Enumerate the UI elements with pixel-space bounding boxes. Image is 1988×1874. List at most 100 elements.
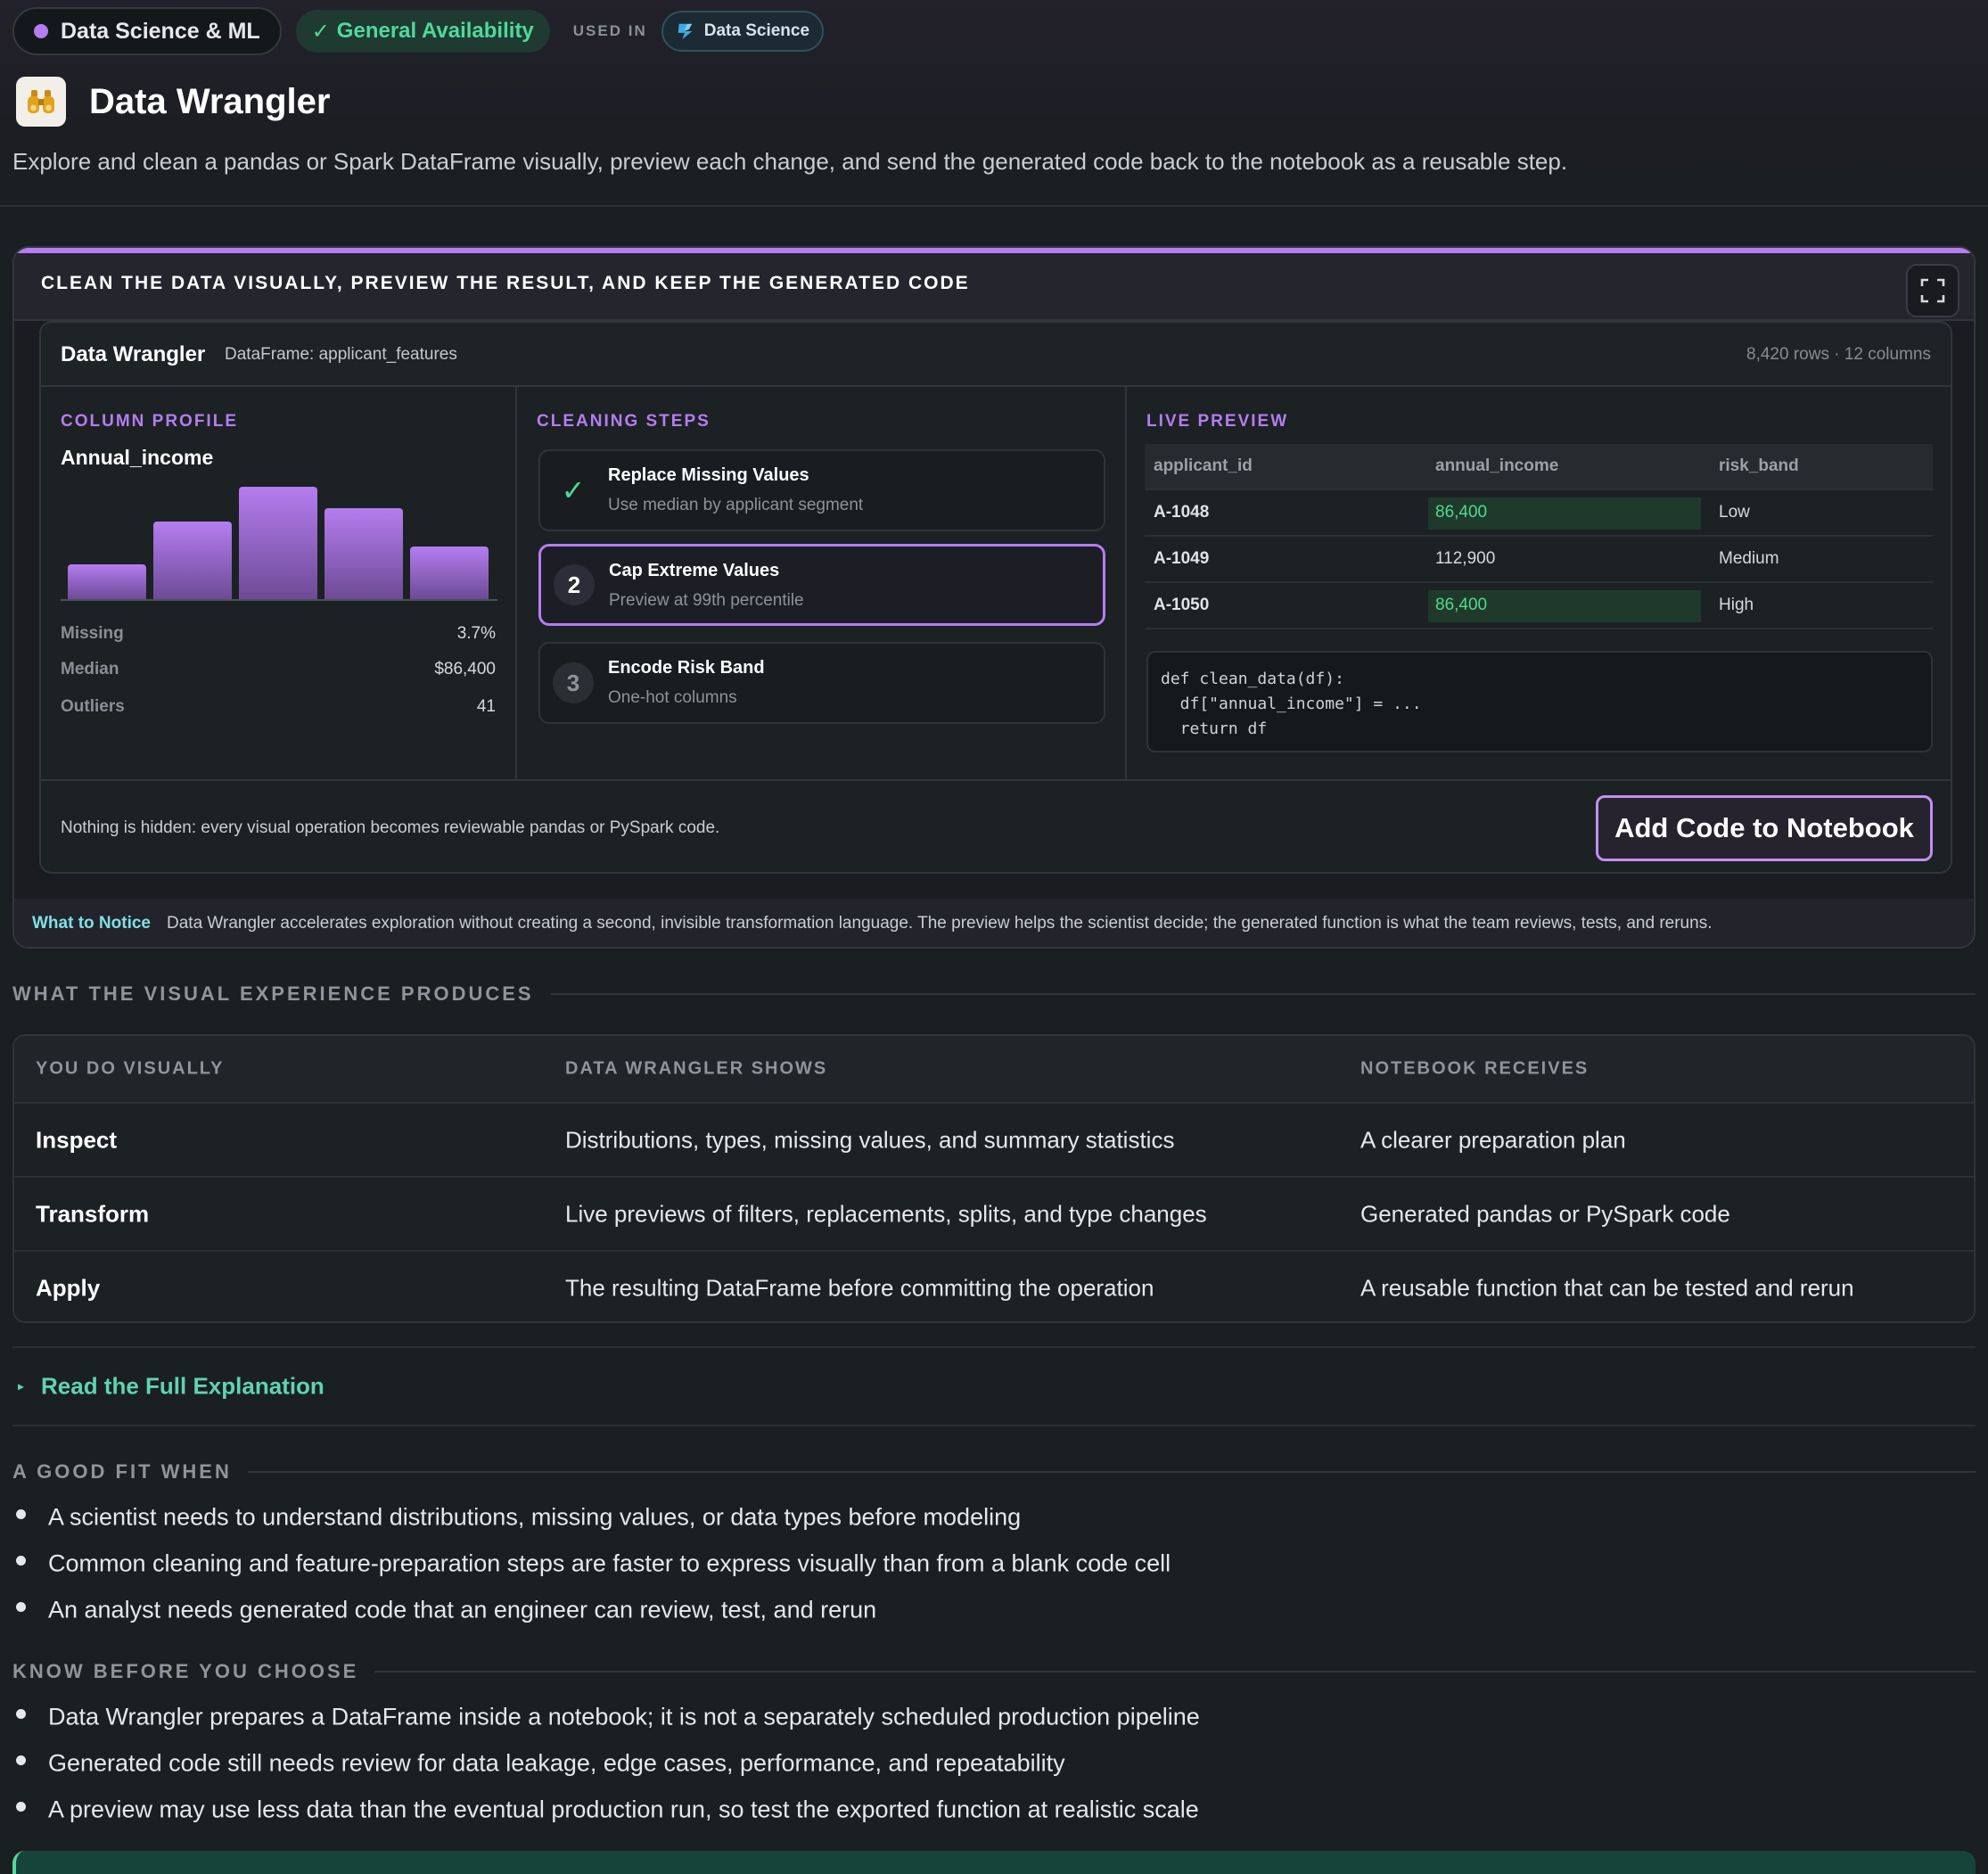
demo-header: CLEAN THE DATA VISUALLY, PREVIEW THE RES… xyxy=(14,253,1974,321)
stat-value: 3.7% xyxy=(456,624,496,643)
generated-code: def clean_data(df): df["annual_income"] … xyxy=(1146,651,1933,752)
stat-key: Missing xyxy=(61,624,124,643)
table-header-row: YOU DO VISUALLY DATA WRANGLER SHOWS NOTE… xyxy=(14,1036,1974,1102)
preview-table: applicant_id annual_income risk_band A-1… xyxy=(1145,444,1933,629)
receives-cell: Generated pandas or PySpark code xyxy=(1360,1200,1730,1227)
shows-cell: Live previews of filters, replacements, … xyxy=(565,1200,1207,1227)
cleaning-steps-panel: CLEANING STEPS ✓ Replace Missing Values … xyxy=(517,387,1127,779)
category-dot-icon xyxy=(34,24,48,38)
availability-badge: ✓ General Availability xyxy=(295,10,550,53)
receives-cell: A reusable function that can be tested a… xyxy=(1360,1274,1854,1301)
product-label: Data Science xyxy=(703,21,810,40)
list-item: Common cleaning and feature-preparation … xyxy=(12,1541,1976,1587)
shows-cell: The resulting DataFrame before committin… xyxy=(565,1274,1154,1301)
list-item-text: An analyst needs generated code that an … xyxy=(48,1596,877,1623)
next-section-edge xyxy=(12,1851,1976,1874)
page-description: Explore and clean a pandas or Spark Data… xyxy=(12,148,1568,175)
column-header: DATA WRANGLER SHOWS xyxy=(565,1058,828,1079)
bullet-icon xyxy=(16,1802,26,1812)
dataframe-meta: 8,420 rows · 12 columns xyxy=(1746,345,1931,364)
histogram-bar xyxy=(239,487,317,599)
risk-band: Low xyxy=(1719,503,1750,522)
histogram-bar xyxy=(68,564,146,599)
histogram-bar xyxy=(410,547,489,599)
good-fit-list: A scientist needs to understand distribu… xyxy=(12,1494,1976,1633)
used-in-label: USED IN xyxy=(572,22,647,39)
stat-missing: Missing 3.7% xyxy=(61,624,496,651)
step-title: Cap Extreme Values xyxy=(609,561,780,580)
stat-value: 41 xyxy=(476,697,496,716)
bullet-icon xyxy=(16,1509,26,1519)
cleaning-steps-label: CLEANING STEPS xyxy=(537,412,711,431)
income-histogram xyxy=(61,476,497,601)
step-encode-risk[interactable]: 3 Encode Risk Band One-hot columns xyxy=(538,642,1105,724)
page: Data Science & ML ✓ General Availability… xyxy=(0,0,1988,1874)
stat-outliers: Outliers 41 xyxy=(61,697,496,724)
category-label: Data Science & ML xyxy=(61,18,260,44)
section-heading: A GOOD FIT WHEN xyxy=(12,1460,232,1483)
stat-value: $86,400 xyxy=(434,660,496,678)
bullet-icon xyxy=(16,1556,26,1566)
category-badge[interactable]: Data Science & ML xyxy=(12,7,282,55)
step-description: Preview at 99th percentile xyxy=(609,591,804,610)
add-code-to-notebook-button[interactable]: Add Code to Notebook xyxy=(1596,795,1933,861)
list-item-text: Generated code still needs review for da… xyxy=(48,1749,1065,1777)
availability-label: General Availability xyxy=(336,19,534,43)
risk-band: High xyxy=(1719,596,1754,614)
list-item-text: A scientist needs to understand distribu… xyxy=(48,1503,1022,1531)
annual-income: 112,900 xyxy=(1435,549,1496,568)
demo-heading: CLEAN THE DATA VISUALLY, PREVIEW THE RES… xyxy=(41,273,970,293)
know-before-heading: KNOW BEFORE YOU CHOOSE xyxy=(12,1658,1976,1685)
column-header: YOU DO VISUALLY xyxy=(36,1058,225,1079)
dataframe-name: DataFrame: applicant_features xyxy=(225,345,457,364)
notice-text: Data Wrangler accelerates exploration wi… xyxy=(167,914,1713,933)
checkmark-icon: ✓ xyxy=(561,474,586,506)
product-badge[interactable]: Data Science xyxy=(661,11,825,52)
table-row: A-1050 86,400 High xyxy=(1145,583,1933,629)
column-header: NOTEBOOK RECEIVES xyxy=(1360,1058,1590,1079)
section-heading: KNOW BEFORE YOU CHOOSE xyxy=(12,1660,359,1682)
disclosure-triangle-icon: ▸ xyxy=(18,1378,25,1393)
action-cell: Inspect xyxy=(36,1126,118,1153)
list-item: A scientist needs to understand distribu… xyxy=(12,1494,1976,1541)
wrangler-toolbar: Data Wrangler DataFrame: applicant_featu… xyxy=(41,323,1951,387)
expand-button[interactable] xyxy=(1906,264,1959,317)
table-row: A-1049 112,900 Medium xyxy=(1145,537,1933,583)
column-header[interactable]: applicant_id xyxy=(1154,456,1253,476)
step-replace-missing[interactable]: ✓ Replace Missing Values Use median by a… xyxy=(538,449,1105,531)
live-preview-panel: LIVE PREVIEW applicant_id annual_income … xyxy=(1127,387,1951,779)
heading-divider xyxy=(549,993,1976,995)
column-profile-label: COLUMN PROFILE xyxy=(61,412,238,431)
what-to-notice-bar: What to Notice Data Wrangler accelerates… xyxy=(14,899,1974,947)
profile-column-name: Annual_income xyxy=(61,446,214,469)
demo-card: CLEAN THE DATA VISUALLY, PREVIEW THE RES… xyxy=(12,246,1976,949)
action-cell: Transform xyxy=(36,1200,150,1227)
data-wrangler-panel: Data Wrangler DataFrame: applicant_featu… xyxy=(39,321,1952,874)
live-preview-label: LIVE PREVIEW xyxy=(1146,412,1289,431)
step-number: 2 xyxy=(554,564,595,605)
read-full-explanation-toggle[interactable]: ▸ Read the Full Explanation xyxy=(12,1346,1976,1426)
section-heading: WHAT THE VISUAL EXPERIENCE PRODUCES xyxy=(12,982,534,1005)
column-header[interactable]: annual_income xyxy=(1435,456,1558,476)
table-row: Inspect Distributions, types, missing va… xyxy=(14,1102,1974,1176)
heading-divider xyxy=(374,1671,1976,1673)
column-header[interactable]: risk_band xyxy=(1719,456,1799,476)
histogram-bar xyxy=(324,508,403,599)
list-item-text: A preview may use less data than the eve… xyxy=(48,1796,1199,1823)
list-item: Generated code still needs review for da… xyxy=(12,1740,1976,1787)
good-fit-heading: A GOOD FIT WHEN xyxy=(12,1459,1976,1485)
applicant-id: A-1048 xyxy=(1154,503,1210,522)
list-item: An analyst needs generated code that an … xyxy=(12,1587,1976,1633)
tag-row: Data Science & ML ✓ General Availability… xyxy=(12,7,825,55)
list-item: A preview may use less data than the eve… xyxy=(12,1787,1976,1833)
annual-income: 86,400 xyxy=(1435,596,1488,614)
shows-cell: Distributions, types, missing values, an… xyxy=(565,1126,1175,1153)
step-title: Encode Risk Band xyxy=(608,658,765,678)
histogram-bar xyxy=(153,522,232,599)
step-cap-extreme[interactable]: 2 Cap Extreme Values Preview at 99th per… xyxy=(538,544,1105,626)
table-row: A-1048 86,400 Low xyxy=(1145,490,1933,537)
bullet-icon xyxy=(16,1755,26,1765)
produces-table: YOU DO VISUALLY DATA WRANGLER SHOWS NOTE… xyxy=(12,1034,1976,1323)
read-more-label: Read the Full Explanation xyxy=(41,1372,324,1400)
binoculars-icon xyxy=(16,77,66,127)
